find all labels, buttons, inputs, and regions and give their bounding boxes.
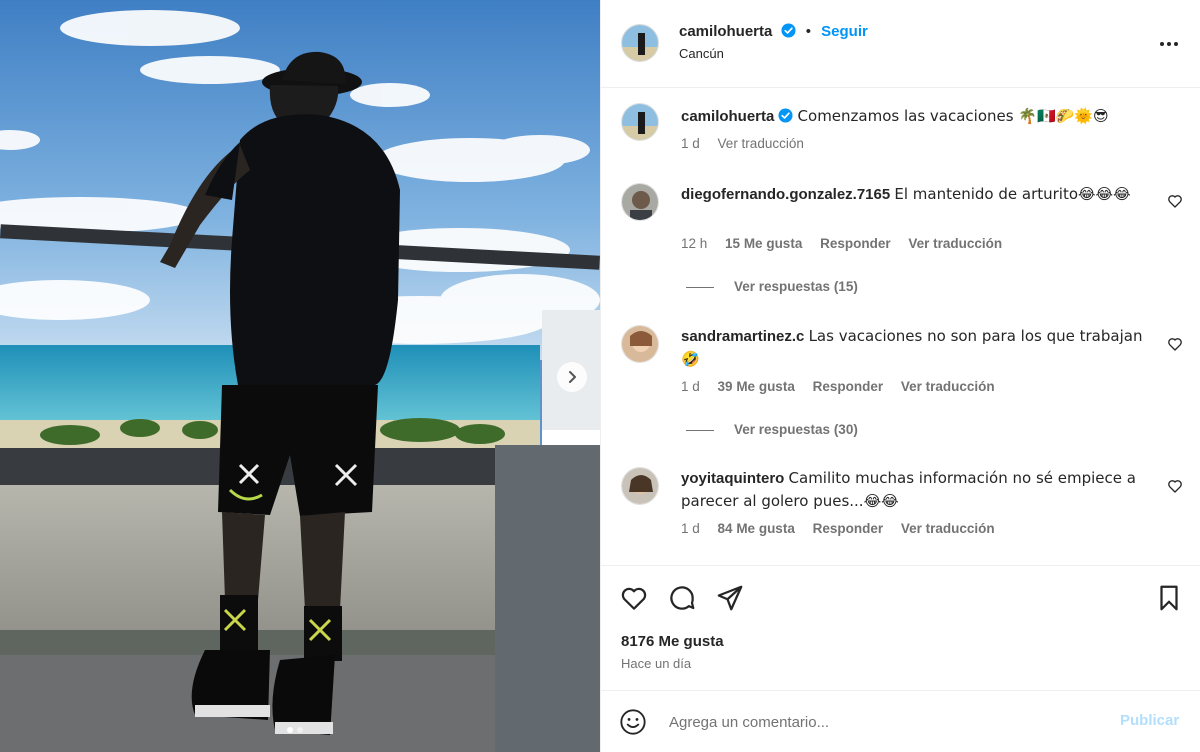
carousel-indicator [287, 727, 303, 733]
add-comment-bar: Publicar [601, 690, 1200, 752]
caption-translate-link[interactable]: Ver traducción [718, 136, 804, 151]
translate-link[interactable]: Ver traducción [908, 236, 1002, 251]
comment-avatar[interactable] [621, 325, 659, 363]
view-replies-label: Ver respuestas (30) [734, 422, 858, 437]
post-details-panel: camilohuerta • Seguir Cancún camilohuert… [600, 0, 1200, 752]
smile-icon[interactable] [619, 708, 647, 736]
caption-time: 1 d [681, 136, 700, 151]
comment-avatar[interactable] [621, 183, 659, 221]
comment-username[interactable]: yoyitaquintero [681, 470, 784, 487]
like-comment-icon[interactable] [1167, 478, 1183, 494]
translate-link[interactable]: Ver traducción [901, 379, 995, 394]
like-comment-icon[interactable] [1167, 336, 1183, 352]
comment-username[interactable]: diegofernando.gonzalez.7165 [681, 186, 890, 203]
follow-button[interactable]: Seguir [821, 23, 868, 40]
comment-meta: 1 d 39 Me gusta Responder Ver traducción [681, 379, 1009, 394]
more-icon [1160, 42, 1178, 46]
comment-time: 1 d [681, 521, 700, 536]
view-replies-label: Ver respuestas (15) [734, 279, 858, 294]
verified-icon [781, 23, 796, 38]
caption: camilohuerta Comenzamos las vacaciones 🌴… [681, 105, 1151, 128]
like-comment-icon[interactable] [1167, 193, 1183, 209]
caption-avatar[interactable] [621, 103, 659, 141]
reply-button[interactable]: Responder [813, 379, 884, 394]
next-slide-button[interactable] [557, 362, 587, 392]
comment-avatar[interactable] [621, 467, 659, 505]
translate-link[interactable]: Ver traducción [901, 521, 995, 536]
publish-button[interactable]: Publicar [1120, 712, 1179, 729]
comment-likes[interactable]: 39 Me gusta [718, 379, 795, 394]
carousel-dot-active [287, 727, 293, 733]
comments-section: camilohuerta Comenzamos las vacaciones 🌴… [601, 89, 1200, 565]
view-replies-button[interactable]: Ver respuestas (15) [686, 279, 858, 294]
caption-username[interactable]: camilohuerta [681, 108, 774, 125]
comment-time: 1 d [681, 379, 700, 394]
header-separator: • [805, 23, 811, 40]
reply-button[interactable]: Responder [813, 521, 884, 536]
likes-count[interactable]: 8176 Me gusta [621, 633, 724, 650]
comment-text: El mantenido de arturito😂😂😂 [894, 185, 1131, 203]
comment-likes[interactable]: 15 Me gusta [725, 236, 802, 251]
posted-time: Hace un día [621, 656, 692, 671]
comment-meta: 12 h 15 Me gusta Responder Ver traducció… [681, 236, 1016, 251]
comment: sandramartinez.c Las vacaciones no son p… [681, 325, 1151, 371]
author-username[interactable]: camilohuerta [679, 23, 772, 40]
share-icon[interactable] [715, 583, 745, 613]
comment-meta: 1 d 84 Me gusta Responder Ver traducción [681, 521, 1009, 536]
photo-man-on-balcony [0, 0, 600, 752]
author-avatar[interactable] [621, 24, 659, 62]
comment: yoyitaquintero Camilito muchas informaci… [681, 467, 1151, 513]
comment-likes[interactable]: 84 Me gusta [718, 521, 795, 536]
comment: diegofernando.gonzalez.7165 El mantenido… [681, 183, 1151, 206]
comment-time: 12 h [681, 236, 708, 251]
carousel-dot [297, 727, 303, 733]
post-header: camilohuerta • Seguir Cancún [601, 0, 1200, 88]
chevron-right-icon [569, 371, 576, 383]
heart-icon[interactable] [619, 583, 649, 613]
caption-meta: 1 d Ver traducción [681, 136, 818, 151]
location-link[interactable]: Cancún [679, 46, 724, 61]
post-actions: 8176 Me gusta Hace un día [601, 565, 1200, 705]
comment-input[interactable] [669, 711, 1089, 733]
caption-text: Comenzamos las vacaciones 🌴🇲🇽🌮🌞😎 [797, 107, 1109, 125]
verified-icon [778, 108, 793, 123]
post-image[interactable] [0, 0, 600, 752]
bookmark-icon[interactable] [1154, 583, 1184, 613]
comment-icon[interactable] [667, 583, 697, 613]
more-options-button[interactable] [1157, 32, 1181, 56]
comment-username[interactable]: sandramartinez.c [681, 328, 804, 345]
view-replies-button[interactable]: Ver respuestas (30) [686, 422, 858, 437]
reply-button[interactable]: Responder [820, 236, 891, 251]
